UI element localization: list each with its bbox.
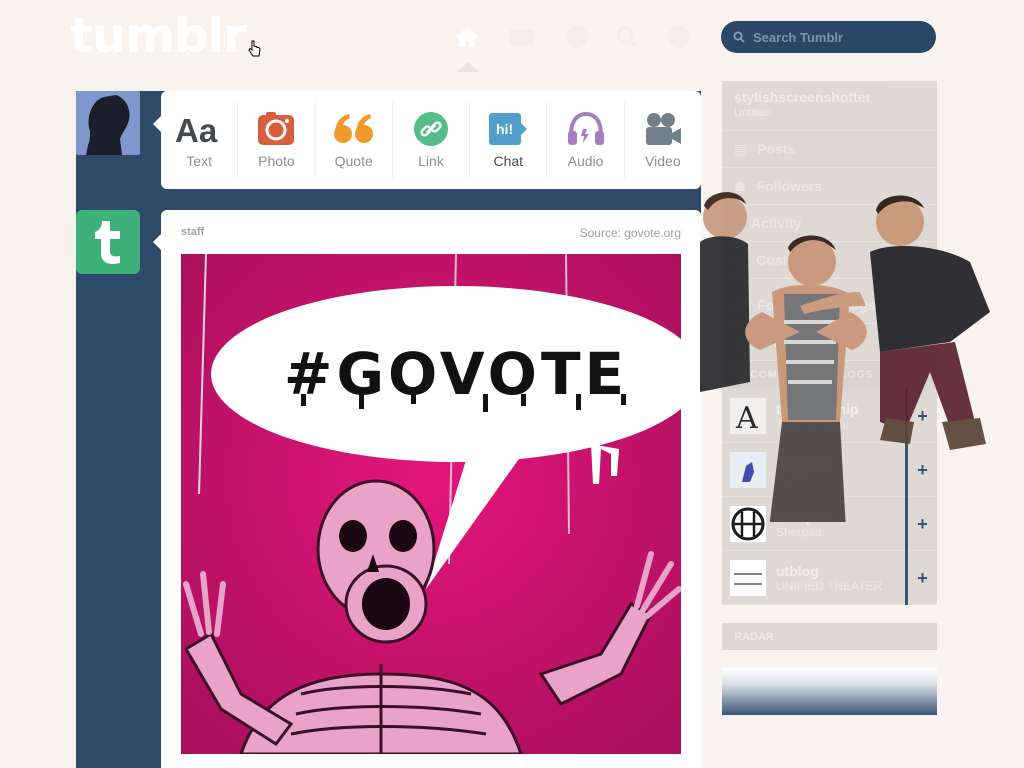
blog-name-header[interactable]: stylishscreenshotter Untitled (722, 81, 937, 131)
sidebar-item-label: Followers (756, 178, 822, 194)
post-type-text[interactable]: Aa Text (161, 101, 239, 179)
nav-active-caret (456, 62, 480, 72)
compass-icon[interactable] (562, 22, 592, 52)
customize-icon: ◉ (734, 251, 747, 268)
post-type-chat[interactable]: hi! Chat (470, 101, 548, 179)
blog-title: sherpaa (776, 508, 830, 525)
following-icon: ▦ (734, 296, 748, 313)
search-input[interactable] (753, 29, 923, 45)
follow-plus-button[interactable]: + (905, 497, 937, 551)
search-icon (733, 31, 745, 43)
recommended-blog[interactable]: algopop Algopop + (722, 443, 937, 497)
hand-cursor-icon (248, 40, 261, 57)
dashboard-post: staff Source: govote.org #GOVOTE (161, 210, 701, 768)
sidebar-item-following[interactable]: ▦ Following 2 blogs (722, 287, 937, 324)
sidebar-item-label: Following 2 blogs (757, 297, 876, 313)
post-type-link[interactable]: Link (393, 101, 471, 179)
sidebar-item-label: Posts (757, 141, 796, 157)
activity-icon: ⌇ (734, 214, 741, 231)
avatar-pointer (153, 116, 161, 132)
blog-panel: stylishscreenshotter Untitled ▤ Posts ☗ … (722, 81, 937, 605)
svg-text:hi!: hi! (496, 121, 513, 137)
followers-icon: ☗ (734, 177, 747, 194)
sidebar-item-find-blogs[interactable]: ✺ Find Blogs (722, 324, 937, 361)
right-sidebar: stylishscreenshotter Untitled ▤ Posts ☗ … (722, 81, 937, 715)
post-type-label: Quote (334, 153, 373, 169)
recommended-blog[interactable]: A typeworship Type Worship + (722, 389, 937, 443)
video-camera-icon (643, 111, 683, 147)
posts-icon: ▤ (734, 140, 748, 157)
blog-thumbnail: A (730, 397, 766, 434)
post-type-audio[interactable]: Audio (547, 101, 625, 179)
quote-icon (333, 111, 375, 147)
camera-icon (256, 111, 296, 147)
post-source[interactable]: Source: govote.org (580, 226, 681, 240)
search-bar[interactable] (721, 21, 936, 53)
person-icon[interactable] (664, 22, 694, 52)
link-icon (413, 111, 449, 147)
svg-text:Aa: Aa (175, 112, 218, 146)
sidebar-item-label: Activity (750, 215, 802, 231)
sidebar-item-customize[interactable]: ◉ Customize (722, 242, 937, 279)
blog-title: algopop (776, 454, 831, 471)
sidebar-item-activity[interactable]: ⌇ Activity (722, 205, 937, 242)
find-blogs-icon: ✺ (734, 333, 746, 350)
blog-title: typeworship (776, 400, 859, 417)
recommended-blog[interactable]: utblog UNIFIED THEATER + (722, 551, 937, 605)
blog-subtitle: Type Worship (776, 416, 850, 431)
chat-icon: hi! (487, 111, 529, 147)
blog-subtitle: UNIFIED THEATER (776, 578, 883, 593)
blog-subtitle: Untitled (734, 107, 772, 119)
post-author[interactable]: staff (181, 226, 204, 238)
follow-plus-button[interactable]: + (905, 443, 937, 497)
blog-name: stylishscreenshotter (734, 89, 871, 105)
follow-plus-button[interactable]: + (905, 551, 937, 605)
blog-thumbnail (730, 451, 766, 488)
sidebar-item-followers[interactable]: ☗ Followers (722, 168, 937, 205)
post-type-label: Link (418, 153, 444, 169)
post-image[interactable]: #GOVOTE (181, 254, 681, 754)
post-type-label: Chat (493, 153, 524, 169)
radar-heading: RADAR (722, 623, 937, 650)
post-type-photo[interactable]: Photo (238, 101, 316, 179)
inbox-icon[interactable] (507, 22, 537, 52)
user-avatar[interactable] (76, 91, 140, 155)
post-type-quote[interactable]: Quote (316, 101, 393, 179)
sidebar-item-label: Customize (756, 252, 828, 268)
blog-subtitle: Sherpaa (776, 524, 822, 539)
blog-thumbnail (730, 559, 766, 596)
staff-avatar[interactable] (76, 210, 140, 274)
post-type-label: Video (645, 153, 681, 169)
blog-subtitle: Algopop (776, 470, 821, 485)
post-type-label: Photo (258, 153, 295, 169)
svg-text:A: A (735, 401, 758, 434)
follow-plus-button[interactable]: + (905, 389, 937, 443)
post-pointer (153, 234, 161, 250)
sidebar-item-posts[interactable]: ▤ Posts (722, 131, 937, 168)
sidebar-item-label: Find Blogs (755, 334, 829, 350)
post-type-bar: Aa Text Photo Quote Link hi! Chat Audio (161, 91, 701, 189)
post-type-label: Text (186, 153, 212, 169)
tumblr-logo[interactable]: tumblr (70, 8, 247, 64)
text-icon: Aa (174, 111, 224, 147)
recommended-heading: RECOMMENDED BLOGS (722, 361, 937, 389)
home-icon[interactable] (452, 22, 482, 52)
blog-thumbnail (730, 505, 766, 542)
blog-title: utblog (776, 562, 819, 579)
radar-image[interactable] (722, 668, 937, 715)
recommended-blog[interactable]: sherpaa Sherpaa + (722, 497, 937, 551)
post-type-video[interactable]: Video (625, 101, 701, 179)
search-icon[interactable] (612, 22, 642, 52)
headphones-icon (566, 111, 606, 147)
post-type-label: Audio (567, 153, 604, 169)
